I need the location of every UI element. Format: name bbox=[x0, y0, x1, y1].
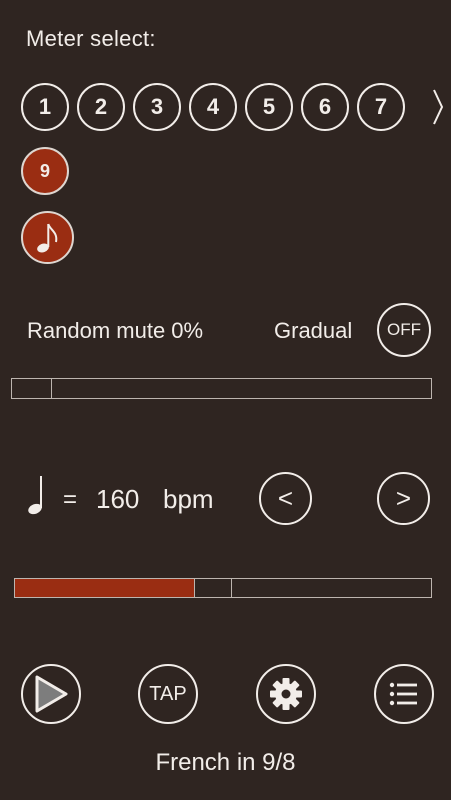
increase-tempo-button[interactable]: > bbox=[377, 472, 430, 525]
selected-meter-9[interactable]: 9 bbox=[21, 147, 69, 195]
tap-tempo-button[interactable]: TAP bbox=[138, 664, 198, 724]
bpm-value: 160 bbox=[96, 484, 140, 514]
eighth-note-icon bbox=[36, 223, 57, 253]
meter-select-title: Meter select: bbox=[26, 26, 156, 51]
random-mute-slider-knob[interactable] bbox=[12, 379, 52, 398]
bpm-unit: bpm bbox=[163, 484, 214, 514]
quarter-note-icon bbox=[28, 476, 42, 515]
meter-button-2[interactable]: 2 bbox=[77, 83, 125, 131]
decrease-tempo-button[interactable]: < bbox=[259, 472, 312, 525]
random-mute-slider[interactable] bbox=[11, 378, 432, 399]
rhythm-status: French in 9/8 bbox=[155, 749, 296, 776]
meter-button-3[interactable]: 3 bbox=[133, 83, 181, 131]
meter-button-6[interactable]: 6 bbox=[301, 83, 349, 131]
meter-button-1[interactable]: 1 bbox=[21, 83, 69, 131]
settings-button[interactable] bbox=[256, 664, 316, 724]
chevron-right-icon[interactable] bbox=[432, 88, 444, 134]
menu-button[interactable] bbox=[374, 664, 434, 724]
random-mute-label: Random mute 0% bbox=[27, 318, 204, 343]
tempo-slider-fill bbox=[15, 579, 194, 597]
tempo-slider-knob[interactable] bbox=[194, 579, 232, 597]
note-value-button[interactable] bbox=[21, 211, 74, 264]
play-button[interactable] bbox=[21, 664, 81, 724]
meter-button-4[interactable]: 4 bbox=[189, 83, 237, 131]
play-icon bbox=[35, 675, 68, 713]
meter-select-row: 1 2 3 4 5 6 7 bbox=[21, 83, 405, 131]
list-icon bbox=[389, 682, 417, 706]
meter-button-7[interactable]: 7 bbox=[357, 83, 405, 131]
gear-icon bbox=[270, 678, 302, 710]
meter-button-5[interactable]: 5 bbox=[245, 83, 293, 131]
gradual-label: Gradual bbox=[274, 318, 353, 343]
tempo-equals: = bbox=[63, 486, 78, 513]
tempo-slider[interactable] bbox=[14, 578, 432, 598]
gradual-toggle-button[interactable]: OFF bbox=[377, 303, 431, 357]
